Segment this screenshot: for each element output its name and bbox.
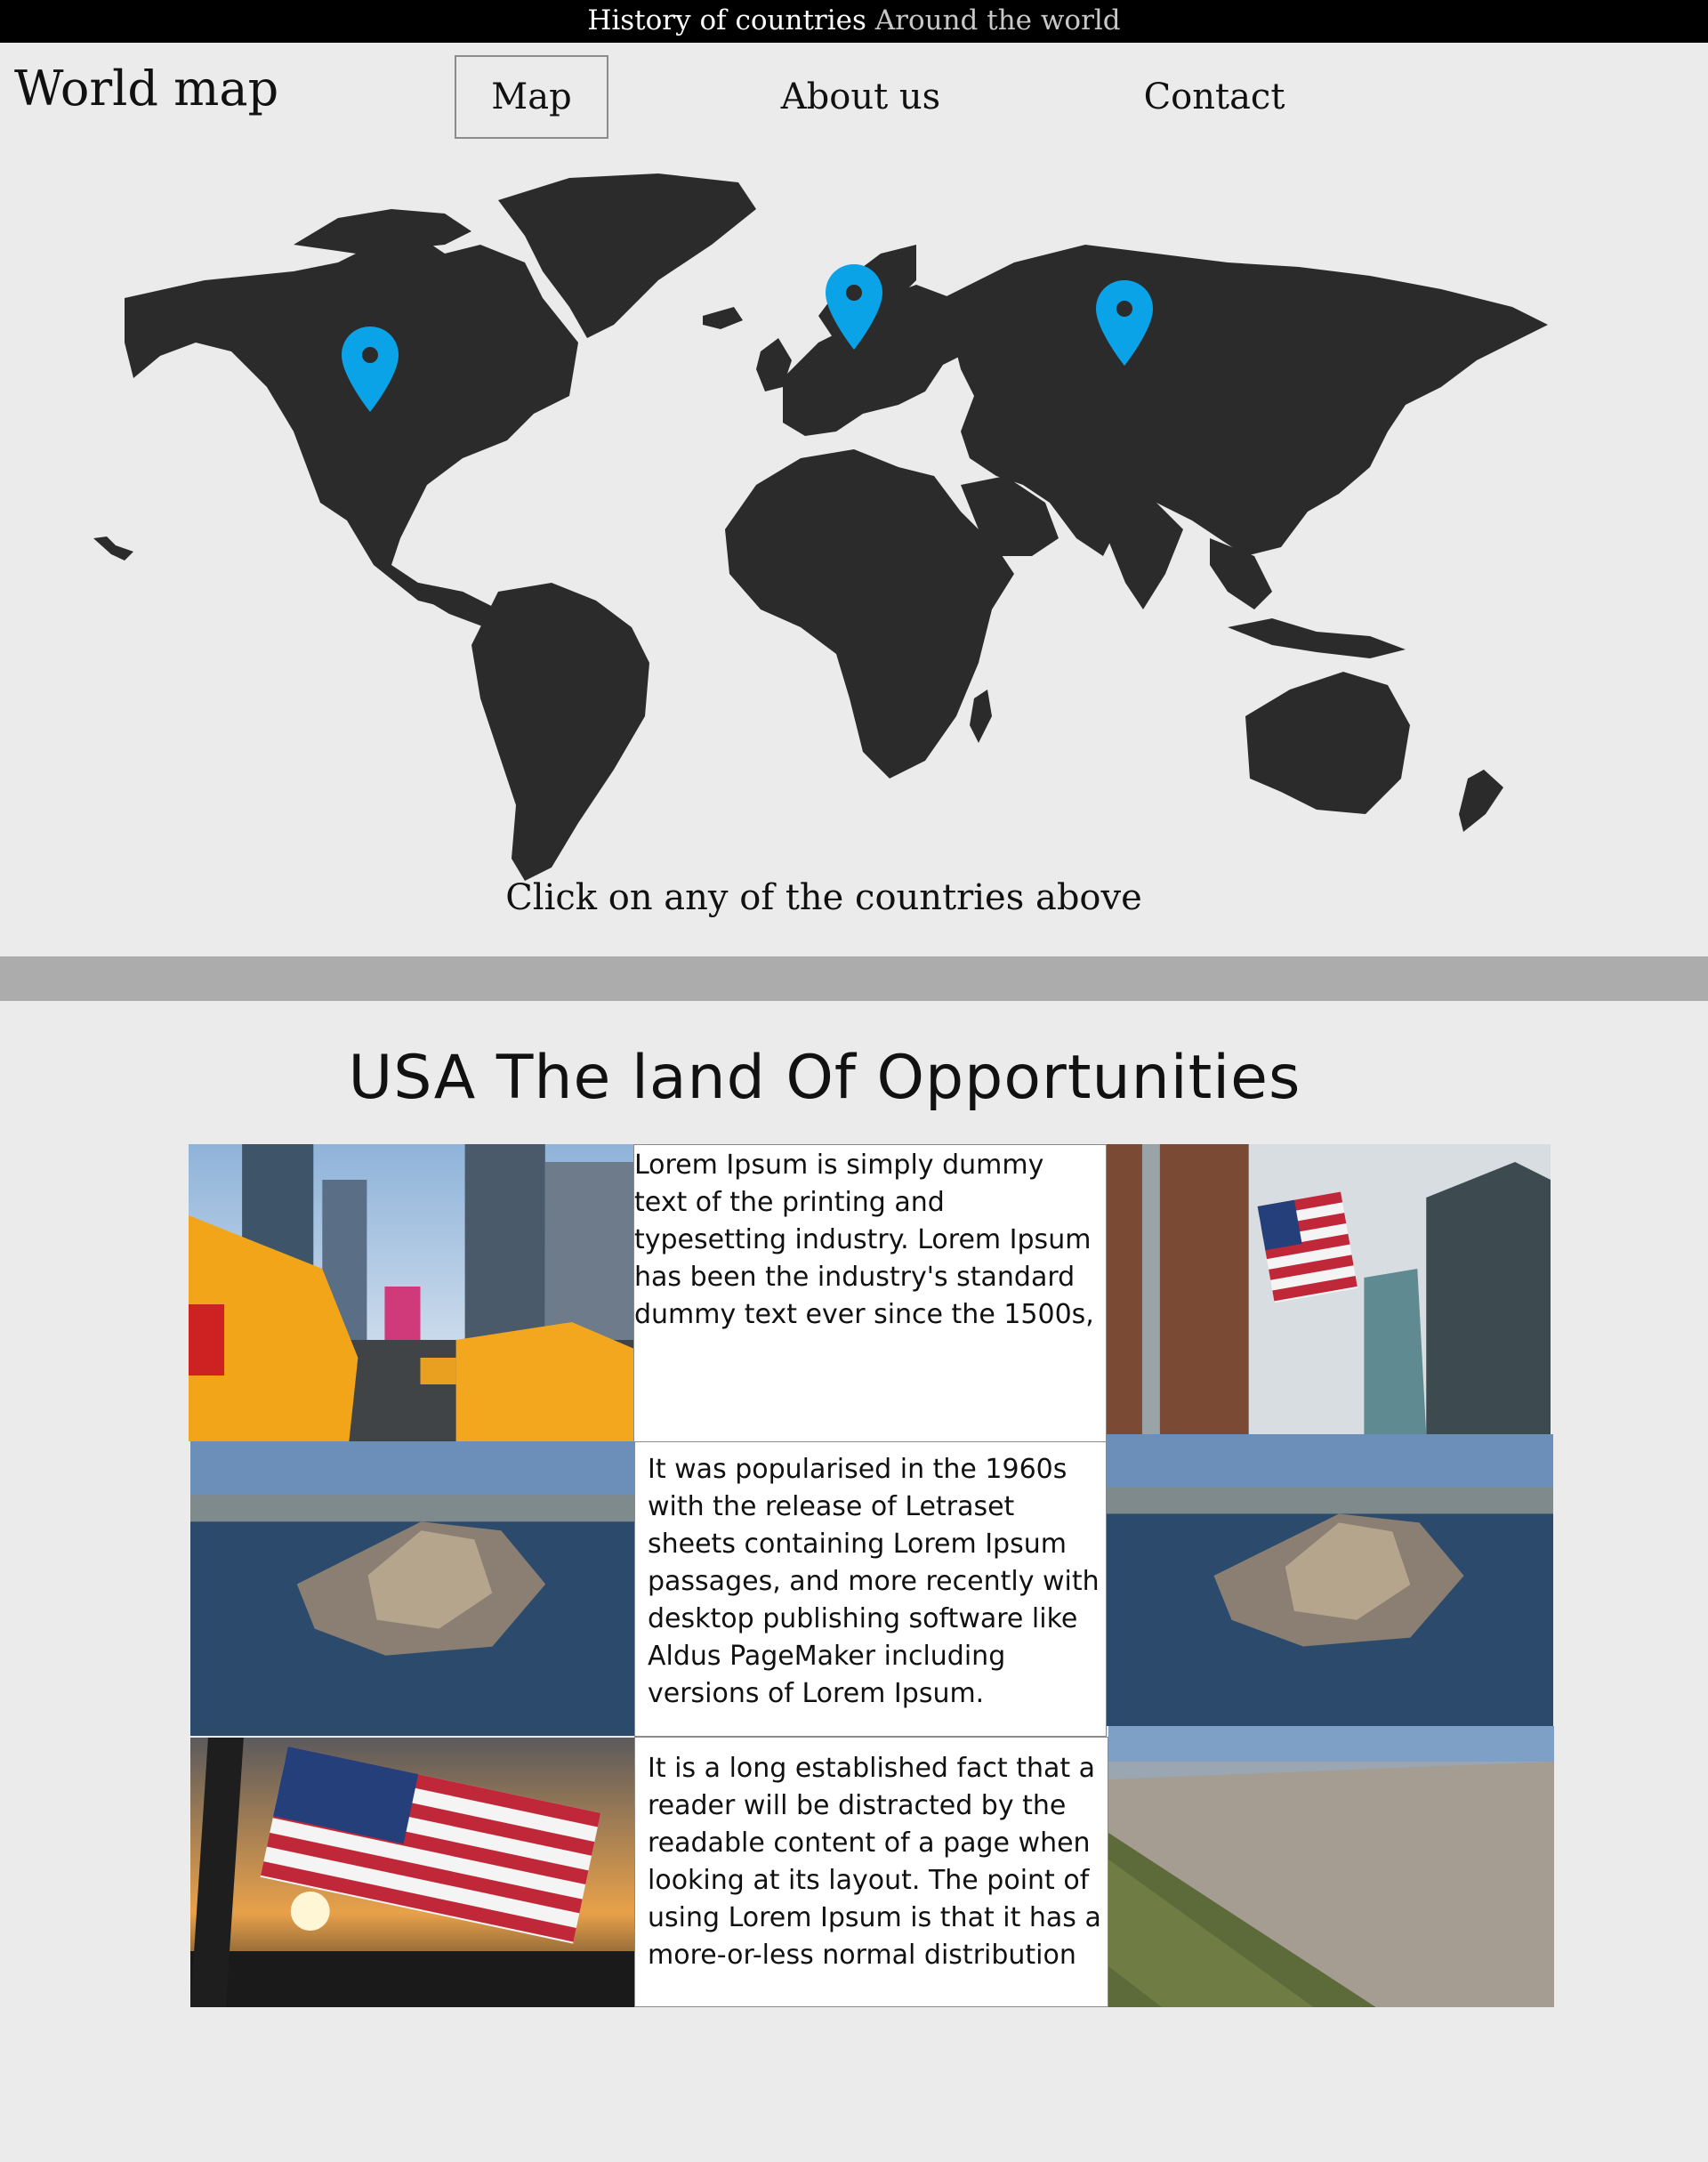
paragraph-2: It was popularised in the 1960s with the… <box>648 1454 1100 1709</box>
photo-manhattan-aerial <box>190 1441 634 1736</box>
location-pin-icon[interactable] <box>342 327 399 412</box>
top-banner: History of countries Around the world <box>0 0 1708 43</box>
paragraph-1: Lorem Ipsum is simply dummy text of the … <box>634 1150 1094 1330</box>
location-pin-icon[interactable] <box>1096 280 1153 366</box>
india-shape <box>1103 503 1183 609</box>
site-brand[interactable]: World map <box>14 61 278 117</box>
nav-contact[interactable]: Contact <box>1108 55 1321 139</box>
indonesia-shape <box>1228 618 1406 658</box>
section-divider <box>0 956 1708 1001</box>
photo-flag-building <box>1107 1144 1551 1435</box>
canada-islands-shape <box>294 209 471 254</box>
nav-map[interactable]: Map <box>455 55 608 139</box>
location-pin-icon[interactable] <box>826 264 882 350</box>
new-zealand-shape <box>1459 770 1503 832</box>
australia-shape <box>1245 672 1410 814</box>
map-caption: Click on any of the countries above <box>505 877 1142 918</box>
hawaii-shape <box>93 536 133 561</box>
south-america-shape <box>471 583 649 881</box>
paragraph-cell-2: It was popularised in the 1960s with the… <box>634 1441 1107 1737</box>
section-headline: USA The land Of Opportunities <box>348 1043 1301 1113</box>
madagascar-shape <box>970 690 992 743</box>
paragraph-cell-1: Lorem Ipsum is simply dummy text of the … <box>633 1144 1107 1442</box>
photo-flag-sunset <box>190 1738 634 2007</box>
paragraph-3: It is a long established fact that a rea… <box>648 1753 1101 1971</box>
paragraph-cell-3: It is a long established fact that a rea… <box>634 1737 1108 2007</box>
photo-manhattan-aerial-2 <box>1107 1434 1553 1726</box>
world-map[interactable] <box>0 165 1708 894</box>
banner-title: History of countries <box>587 4 866 36</box>
banner-subtitle: Around the world <box>874 4 1121 36</box>
photo-central-park <box>1108 1726 1554 2007</box>
photo-taxi-street <box>189 1144 634 1441</box>
north-america-shape <box>125 236 578 627</box>
iceland-shape <box>703 307 743 329</box>
nav-about-us[interactable]: About us <box>752 55 970 139</box>
